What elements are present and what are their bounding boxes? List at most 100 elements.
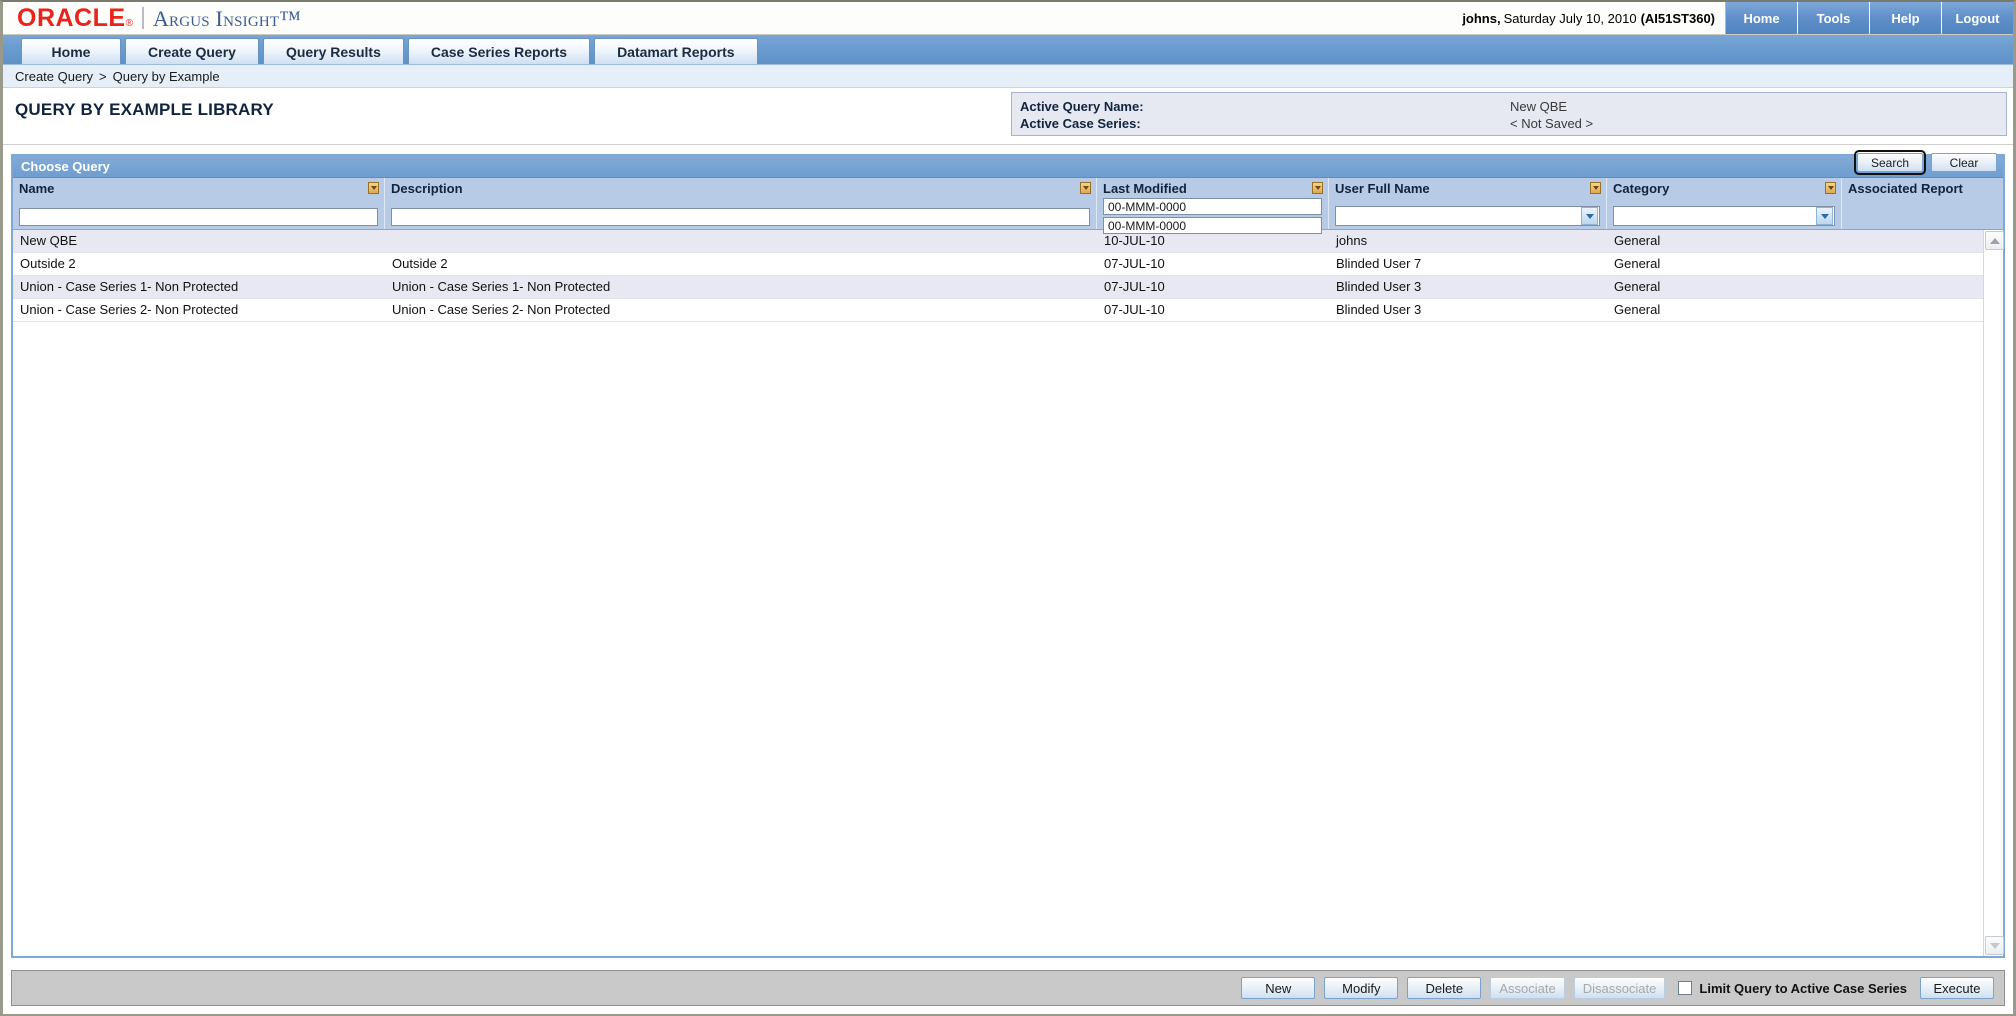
associate-button: Associate	[1490, 977, 1565, 999]
active-case-series-value: < Not Saved >	[1510, 116, 1594, 131]
column-last-modified: Last Modified	[1097, 178, 1329, 234]
cell-name: Union - Case Series 1- Non Protected	[20, 279, 239, 294]
tab-query-results[interactable]: Query Results	[262, 38, 404, 64]
table-row[interactable]: New QBE 10-JUL-10 johns General	[13, 230, 1983, 253]
filter-last-modified-wrap	[1103, 198, 1322, 236]
column-description-label: Description	[391, 181, 463, 196]
active-query-panel: Active Query Name: New QBE Active Case S…	[1011, 92, 2007, 136]
masthead: ORACLE ® Argus Insight ™ johns, Saturday J…	[3, 2, 2013, 35]
column-description: Description	[385, 178, 1097, 229]
cell-category: General	[1614, 233, 1661, 248]
cell-name: Union - Case Series 2- Non Protected	[20, 302, 239, 317]
filter-description-wrap	[391, 208, 1090, 229]
modify-button[interactable]: Modify	[1324, 977, 1399, 999]
search-button[interactable]: Search	[1854, 150, 1926, 175]
util-link-logout[interactable]: Logout	[1941, 2, 2013, 34]
choose-query-panel: Choose Query Search Clear Name Descripti…	[11, 150, 2005, 958]
tab-case-series-reports[interactable]: Case Series Reports	[407, 38, 591, 64]
filter-category-select[interactable]	[1613, 206, 1835, 226]
choose-query-header: Choose Query Search Clear	[13, 150, 2003, 178]
sort-icon[interactable]	[1825, 182, 1836, 194]
session-user: johns,	[1462, 10, 1501, 26]
grid-column-header: Name Description Last Modified 00-MMM-00…	[13, 178, 2003, 234]
column-category: Category	[1607, 178, 1842, 229]
column-last-modified-label: Last Modified	[1103, 181, 1187, 196]
tab-create-query[interactable]: Create Query	[125, 38, 259, 64]
sort-icon[interactable]	[1312, 182, 1323, 194]
cell-name: New QBE	[20, 233, 78, 248]
breadcrumb-item-create-query[interactable]: Create Query	[15, 69, 93, 84]
cell-last-modified: 07-JUL-10	[1104, 302, 1165, 317]
util-link-tools[interactable]: Tools	[1797, 2, 1869, 34]
grid-body: New QBE 10-JUL-10 johns General Outside …	[13, 230, 2004, 956]
filter-name-input[interactable]	[19, 208, 378, 226]
filter-date-from-input[interactable]	[1103, 198, 1322, 215]
cell-user-full-name: Blinded User 7	[1336, 256, 1422, 271]
filter-description-input[interactable]	[391, 208, 1090, 226]
breadcrumb-item-query-by-example[interactable]: Query by Example	[113, 69, 220, 84]
delete-button[interactable]: Delete	[1407, 977, 1482, 999]
cell-category: General	[1614, 279, 1661, 294]
sort-icon[interactable]	[368, 182, 379, 194]
masthead-right: johns, Saturday July 10, 2010 (AI51ST360…	[1462, 2, 2013, 34]
table-row[interactable]: Union - Case Series 2- Non Protected Uni…	[13, 299, 1983, 322]
cell-description: Union - Case Series 1- Non Protected	[392, 279, 611, 294]
active-query-name-label: Active Query Name:	[1020, 99, 1144, 114]
column-name-label: Name	[19, 181, 55, 196]
trademark-icon: ™	[279, 6, 302, 31]
cell-category: General	[1614, 302, 1661, 317]
tab-home[interactable]: Home	[21, 38, 121, 64]
choose-query-title: Choose Query	[21, 159, 110, 174]
cell-user-full-name: Blinded User 3	[1336, 279, 1422, 294]
session-code: (AI51ST360)	[1640, 10, 1715, 26]
cell-description: Outside 2	[392, 256, 448, 271]
sort-icon[interactable]	[1590, 182, 1601, 194]
disassociate-button: Disassociate	[1573, 977, 1666, 999]
breadcrumb: Create Query > Query by Example	[3, 65, 2013, 88]
utility-nav: Home Tools Help Logout	[1725, 2, 2013, 34]
util-link-help[interactable]: Help	[1869, 2, 1941, 34]
application-window: ORACLE ® Argus Insight ™ johns, Saturday J…	[0, 0, 2016, 1016]
brand-divider	[141, 7, 144, 29]
session-date: Saturday July 10, 2010	[1503, 10, 1637, 26]
limit-query-group: Limit Query to Active Case Series	[1678, 981, 1907, 996]
column-associated-report-label: Associated Report	[1848, 181, 1963, 196]
cell-description: Union - Case Series 2- Non Protected	[392, 302, 611, 317]
oracle-wordmark: ORACLE	[17, 4, 126, 32]
tab-datamart-reports[interactable]: Datamart Reports	[594, 38, 758, 64]
title-zone: QUERY BY EXAMPLE LIBRARY Active Query Na…	[3, 88, 2013, 145]
filter-user-full-name-wrap	[1335, 206, 1600, 229]
sort-icon[interactable]	[1080, 182, 1091, 194]
search-actions: Search Clear	[1854, 150, 1997, 175]
breadcrumb-separator: >	[99, 68, 107, 84]
scroll-up-icon[interactable]	[1985, 231, 2004, 250]
column-category-label: Category	[1613, 181, 1670, 196]
table-row[interactable]: Union - Case Series 1- Non Protected Uni…	[13, 276, 1983, 299]
execute-button[interactable]: Execute	[1920, 977, 1994, 999]
grid-vertical-scrollbar[interactable]	[1983, 230, 2004, 956]
cell-user-full-name: johns	[1336, 233, 1368, 248]
active-query-name-value: New QBE	[1510, 99, 1568, 114]
cell-name: Outside 2	[20, 256, 76, 271]
active-case-series-row: Active Case Series: < Not Saved >	[1020, 115, 2006, 132]
util-link-home[interactable]: Home	[1725, 2, 1797, 34]
scroll-track[interactable]	[1984, 251, 2003, 935]
filter-name-wrap	[19, 208, 378, 229]
product-name: Argus Insight	[152, 6, 280, 31]
page-title: QUERY BY EXAMPLE LIBRARY	[15, 100, 274, 119]
filter-category-wrap	[1613, 206, 1835, 229]
cell-user-full-name: Blinded User 3	[1336, 302, 1422, 317]
cell-category: General	[1614, 256, 1661, 271]
filter-date-to-input[interactable]	[1103, 217, 1322, 234]
grid-rows: New QBE 10-JUL-10 johns General Outside …	[13, 230, 1983, 956]
clear-button[interactable]: Clear	[1931, 153, 1997, 172]
cell-last-modified: 07-JUL-10	[1104, 256, 1165, 271]
cell-last-modified: 07-JUL-10	[1104, 279, 1165, 294]
filter-user-full-name-select[interactable]	[1335, 206, 1600, 226]
scroll-down-icon[interactable]	[1985, 936, 2004, 955]
table-row[interactable]: Outside 2 Outside 2 07-JUL-10 Blinded Us…	[13, 253, 1983, 276]
session-info: johns, Saturday July 10, 2010 (AI51ST360…	[1462, 2, 1725, 34]
main-tab-bar: Home Create Query Query Results Case Ser…	[3, 35, 2013, 65]
limit-query-checkbox[interactable]	[1678, 981, 1693, 995]
new-button[interactable]: New	[1241, 977, 1316, 999]
